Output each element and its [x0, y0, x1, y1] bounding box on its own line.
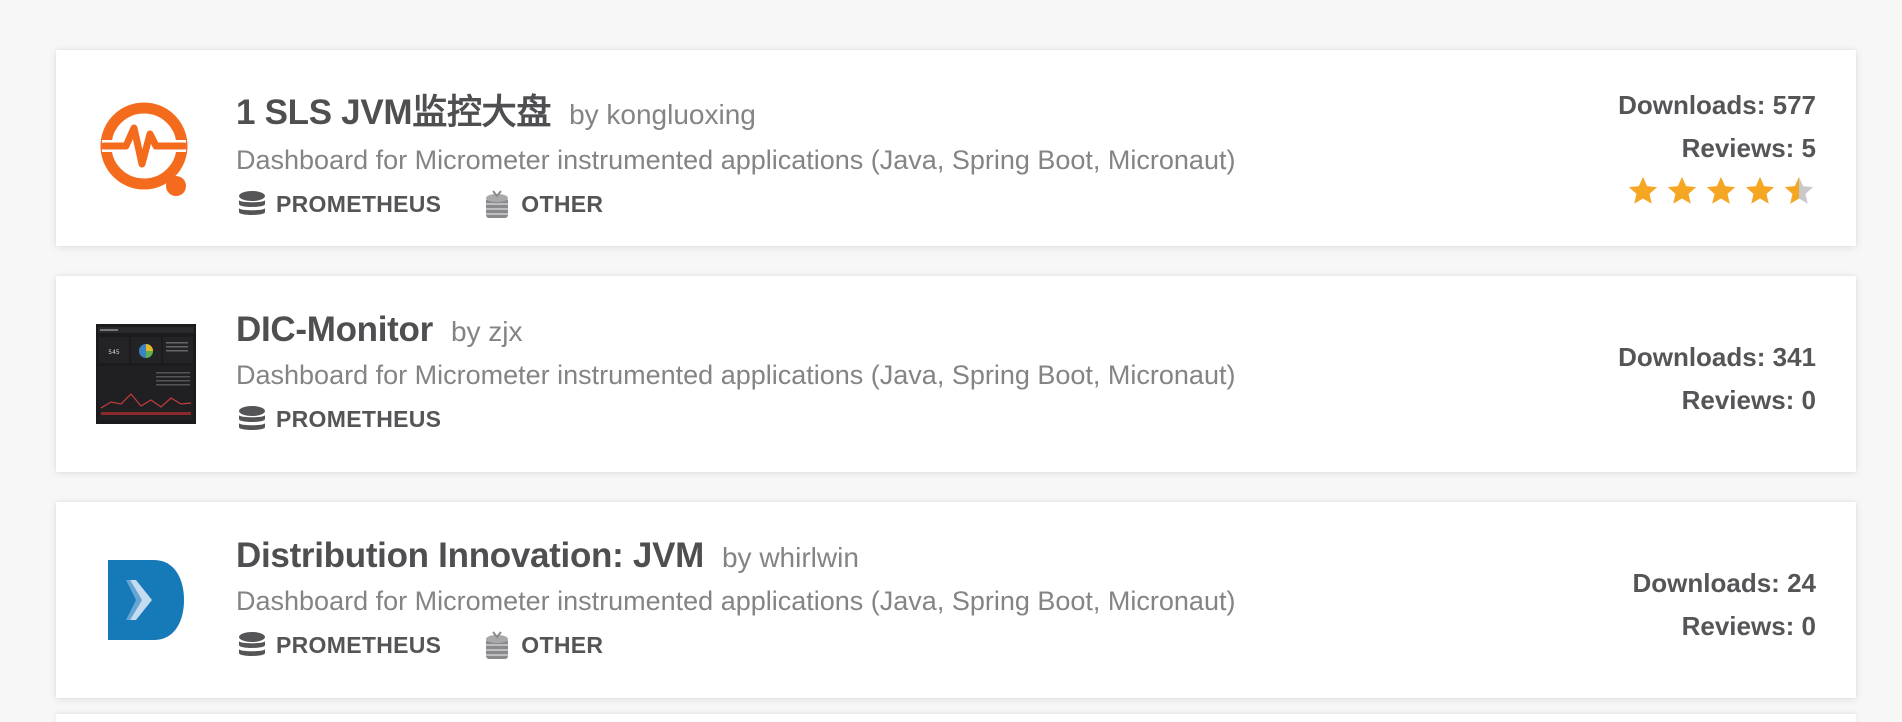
card-description: Dashboard for Micrometer instrumented ap…	[236, 145, 1236, 175]
card-description: Dashboard for Micrometer instrumented ap…	[236, 360, 1236, 390]
card-stats: Downloads: 341 Reviews: 0	[1618, 336, 1816, 422]
tag-other: OTHER	[481, 629, 603, 661]
tag-prometheus: PROMETHEUS	[236, 629, 441, 661]
blue-chevron-logo	[96, 550, 196, 650]
reviews-count: Reviews: 0	[1681, 385, 1816, 415]
star-full-icon	[1667, 176, 1697, 204]
downloads-count: Downloads: 24	[1632, 568, 1816, 598]
star-full-icon	[1745, 176, 1775, 204]
tag-label: OTHER	[521, 190, 604, 217]
card-author: by whirlwin	[721, 542, 859, 573]
card-info: Distribution Innovation: JVM by whirlwin…	[236, 536, 1396, 661]
tag-other: OTHER	[481, 188, 603, 220]
star-full-icon	[1628, 176, 1658, 204]
card-title[interactable]: Distribution Innovation: JVM	[236, 536, 704, 576]
card-stats: Downloads: 24 Reviews: 0	[1633, 562, 1816, 648]
tag-list: PROMETHEUS OTHER	[236, 188, 1396, 220]
svg-text:545: 545	[108, 349, 120, 356]
reviews-count: Reviews: 0	[1681, 611, 1816, 641]
card-title[interactable]: DIC-Monitor	[236, 310, 433, 350]
dashboard-card[interactable]: 1 SLS JVM监控大盘 by kongluoxing Dashboard f…	[56, 50, 1856, 246]
dashboard-list: 1 SLS JVM监控大盘 by kongluoxing Dashboard f…	[56, 50, 1856, 722]
dashboard-card[interactable]: 545 DIC-Monitor by zjx Dashboard for Mic…	[56, 276, 1856, 472]
tag-label: OTHER	[521, 631, 604, 658]
tag-prometheus: PROMETHEUS	[236, 188, 441, 220]
tag-label: PROMETHEUS	[276, 190, 442, 217]
database-icon	[239, 632, 265, 656]
next-card-edge	[56, 714, 1856, 722]
downloads-count: Downloads: 341	[1618, 342, 1816, 372]
tag-list: PROMETHEUS OTHER	[236, 629, 1396, 661]
coin-stack-icon	[486, 190, 509, 218]
card-author: by zjx	[450, 316, 523, 347]
database-icon	[239, 191, 265, 215]
star-full-icon	[1706, 176, 1736, 204]
star-rating	[1618, 174, 1816, 208]
card-description: Dashboard for Micrometer instrumented ap…	[236, 586, 1236, 616]
card-title[interactable]: 1 SLS JVM监控大盘	[236, 84, 551, 135]
card-stats: Downloads: 577 Reviews: 5	[1618, 84, 1816, 208]
dashboard-card[interactable]: Distribution Innovation: JVM by whirlwin…	[56, 502, 1856, 698]
dashboard-thumbnail: 545	[96, 324, 196, 424]
tag-label: PROMETHEUS	[276, 405, 442, 432]
star-half-icon	[1784, 176, 1814, 204]
heartbeat-magnifier-icon	[96, 98, 196, 198]
tag-list: PROMETHEUS	[236, 403, 1396, 435]
card-info: DIC-Monitor by zjx Dashboard for Microme…	[236, 310, 1396, 435]
card-author: by kongluoxing	[569, 99, 756, 130]
coin-stack-icon	[486, 631, 509, 659]
tag-prometheus: PROMETHEUS	[236, 403, 441, 435]
downloads-count: Downloads: 577	[1618, 90, 1816, 120]
reviews-count: Reviews: 5	[1681, 133, 1816, 163]
tag-label: PROMETHEUS	[276, 631, 442, 658]
database-icon	[239, 406, 265, 430]
card-info: 1 SLS JVM监控大盘 by kongluoxing Dashboard f…	[236, 84, 1396, 220]
